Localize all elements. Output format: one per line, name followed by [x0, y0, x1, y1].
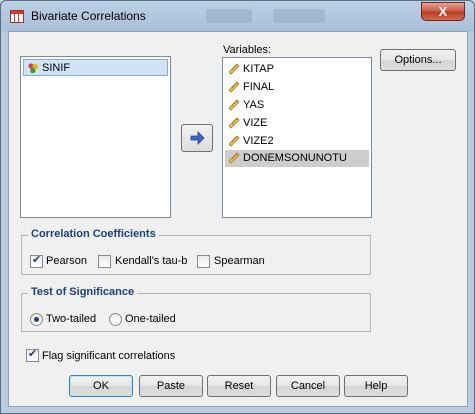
nominal-variable-icon: [28, 63, 38, 74]
variables-list[interactable]: KITAP FINAL YAS VIZE VIZE2 DONEMSONUNOTU: [222, 57, 372, 218]
scale-ruler-icon: [228, 99, 240, 111]
one-tailed-label: One-tailed: [125, 313, 176, 325]
kendall-label: Kendall's tau-b: [115, 255, 188, 267]
list-item[interactable]: KITAP: [225, 61, 369, 78]
window-title: Bivariate Correlations: [31, 9, 146, 23]
cancel-button[interactable]: Cancel: [276, 375, 340, 397]
list-item-label: SINIF: [42, 62, 71, 74]
title-bar[interactable]: Bivariate Correlations X: [1, 1, 474, 31]
paste-button[interactable]: Paste: [139, 375, 203, 397]
dialog-body: SINIF Variables: KITAP FINAL YAS VIZE VI…: [8, 31, 468, 407]
close-icon: X: [438, 4, 448, 19]
source-variable-list[interactable]: SINIF: [20, 56, 171, 218]
ok-button[interactable]: OK: [69, 375, 133, 397]
scale-ruler-icon: [228, 152, 240, 164]
flag-significant-label: Flag significant correlations: [42, 350, 176, 362]
help-button[interactable]: Help: [344, 375, 408, 397]
scale-ruler-icon: [228, 81, 240, 93]
list-item-label: VIZE2: [243, 135, 274, 147]
scale-ruler-icon: [228, 117, 240, 129]
dialog-window: Bivariate Correlations X SINIF Variables…: [0, 0, 475, 414]
list-item[interactable]: YAS: [225, 97, 369, 114]
list-item-label: DONEMSONUNOTU: [243, 152, 347, 164]
list-item-label: FINAL: [243, 81, 275, 93]
list-item[interactable]: VIZE: [225, 115, 369, 132]
spearman-checkbox[interactable]: [197, 255, 210, 268]
spss-table-icon: [10, 10, 24, 23]
scale-ruler-icon: [228, 135, 240, 147]
kendall-checkbox[interactable]: [98, 255, 111, 268]
close-button[interactable]: X: [421, 2, 465, 21]
pearson-label: Pearson: [46, 255, 87, 267]
list-item[interactable]: VIZE2: [225, 133, 369, 150]
group-title: Correlation Coefficients: [28, 228, 159, 240]
flag-significant-checkbox[interactable]: [26, 347, 39, 362]
two-tailed-label: Two-tailed: [46, 313, 97, 325]
list-item[interactable]: FINAL: [225, 79, 369, 96]
move-variable-button[interactable]: [181, 124, 213, 152]
spearman-label: Spearman: [214, 255, 265, 267]
group-title: Test of Significance: [28, 286, 138, 298]
list-item[interactable]: DONEMSONUNOTU: [225, 150, 369, 167]
blurred-background: [273, 9, 325, 23]
one-tailed-radio[interactable]: [109, 313, 122, 326]
list-item-label: YAS: [243, 99, 265, 111]
variables-label: Variables:: [223, 44, 272, 56]
arrow-right-icon: [190, 131, 205, 145]
list-item-label: VIZE: [243, 117, 268, 129]
scale-ruler-icon: [228, 63, 240, 75]
list-item[interactable]: SINIF: [23, 59, 168, 76]
options-button[interactable]: Options...: [380, 49, 456, 71]
two-tailed-radio[interactable]: [30, 313, 43, 326]
pearson-checkbox[interactable]: [30, 253, 43, 268]
blurred-background: [206, 9, 252, 23]
reset-button[interactable]: Reset: [207, 375, 271, 397]
list-item-label: KITAP: [243, 63, 274, 75]
